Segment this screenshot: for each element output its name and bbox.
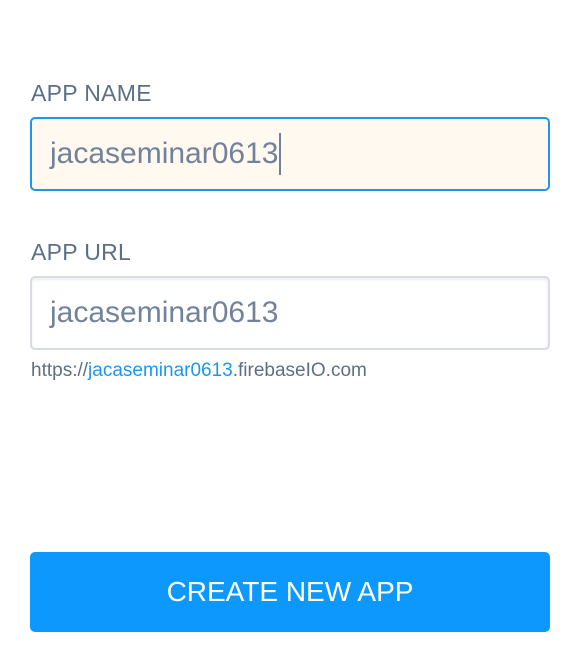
url-hint: https://jacaseminar0613.firebaseIO.com [31,360,367,382]
url-hint-suffix: .firebaseIO.com [232,360,367,381]
url-hint-subdomain: jacaseminar0613 [88,360,233,381]
create-new-app-button[interactable]: CREATE NEW APP [30,552,550,632]
app-name-label: APP NAME [31,80,152,106]
url-hint-prefix: https:// [31,360,89,381]
app-url-label: APP URL [31,239,132,265]
app-name-value: jacaseminar0613 [50,137,279,170]
text-cursor [279,133,282,175]
app-url-input[interactable]: jacaseminar0613 [30,276,550,350]
app-name-input[interactable]: jacaseminar0613 [30,117,550,191]
app-url-value: jacaseminar0613 [50,296,279,329]
